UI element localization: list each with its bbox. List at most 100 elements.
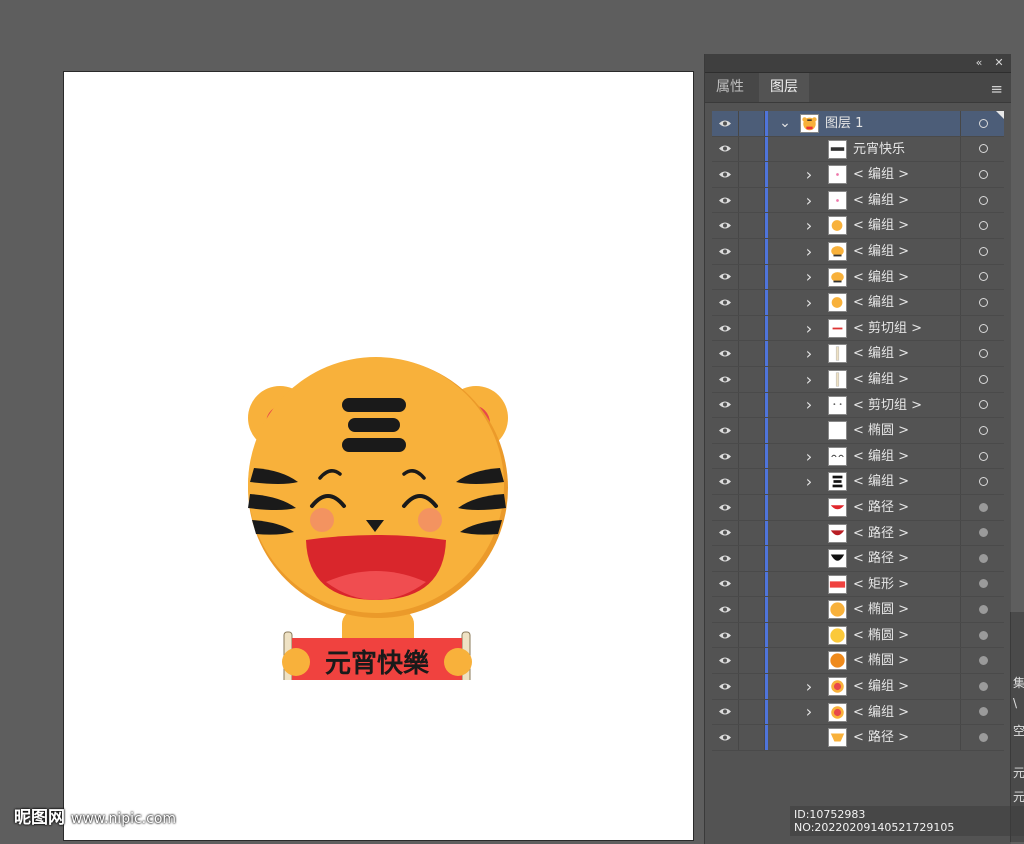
- chevron-right-icon[interactable]: ›: [802, 674, 816, 699]
- layer-row[interactable]: < 矩形 >: [712, 571, 1004, 598]
- tab-properties[interactable]: 属性: [705, 73, 755, 102]
- lock-toggle[interactable]: [738, 520, 765, 546]
- lock-toggle[interactable]: [738, 622, 765, 648]
- target-circle-icon[interactable]: [960, 315, 1005, 341]
- chevron-right-icon[interactable]: ›: [802, 469, 816, 494]
- layer-row[interactable]: < 路径 >: [712, 494, 1005, 521]
- visibility-eye-icon[interactable]: [712, 341, 739, 366]
- chevron-down-icon[interactable]: ⌄: [778, 111, 792, 136]
- visibility-eye-icon[interactable]: [712, 136, 739, 162]
- chevron-right-icon[interactable]: ›: [802, 213, 816, 238]
- visibility-eye-icon[interactable]: [712, 264, 739, 290]
- layer-row[interactable]: < 椭圆 >: [712, 597, 1004, 623]
- layer-name[interactable]: 图层 1: [825, 111, 863, 136]
- layer-row[interactable]: › < 编组 >: [712, 290, 1004, 316]
- layer-name[interactable]: < 剪切组 >: [853, 316, 922, 341]
- lock-toggle[interactable]: [738, 674, 765, 699]
- chevron-right-icon[interactable]: ›: [802, 265, 816, 290]
- visibility-eye-icon[interactable]: [712, 418, 739, 443]
- layer-name[interactable]: < 编组 >: [853, 341, 909, 366]
- layer-row[interactable]: › < 编组 >: [712, 162, 1004, 188]
- lock-toggle[interactable]: [738, 290, 765, 315]
- target-circle-icon[interactable]: [960, 546, 1005, 571]
- layer-name[interactable]: < 编组 >: [853, 290, 909, 315]
- lock-toggle[interactable]: [738, 469, 765, 494]
- layer-row[interactable]: › < 剪切组 >: [712, 315, 1005, 342]
- layer-name[interactable]: < 路径 >: [853, 521, 909, 546]
- close-icon[interactable]: ✕: [991, 55, 1007, 71]
- visibility-eye-icon[interactable]: [712, 520, 739, 546]
- target-circle-icon[interactable]: [960, 725, 1005, 750]
- layer-name[interactable]: < 路径 >: [853, 495, 909, 520]
- visibility-eye-icon[interactable]: [712, 494, 739, 520]
- target-circle-icon[interactable]: [960, 699, 1005, 725]
- target-circle-icon[interactable]: [960, 290, 1005, 315]
- layer-row[interactable]: › < 编组 >: [712, 366, 1005, 393]
- artboard[interactable]: 元宵快樂: [63, 71, 694, 841]
- lock-toggle[interactable]: [738, 725, 765, 750]
- visibility-eye-icon[interactable]: [712, 597, 739, 622]
- chevron-right-icon[interactable]: ›: [802, 162, 816, 187]
- target-circle-icon[interactable]: [960, 162, 1005, 187]
- tiger-illustration[interactable]: 元宵快樂: [242, 310, 514, 680]
- chevron-right-icon[interactable]: ›: [802, 444, 816, 469]
- chevron-right-icon[interactable]: ›: [802, 700, 816, 725]
- target-circle-icon[interactable]: [960, 341, 1005, 366]
- target-circle-icon[interactable]: [960, 622, 1005, 648]
- lock-toggle[interactable]: [738, 341, 765, 366]
- target-circle-icon[interactable]: [960, 213, 1005, 238]
- lock-toggle[interactable]: [738, 443, 765, 469]
- layer-row[interactable]: › < 编组 >: [712, 699, 1005, 726]
- layer-row[interactable]: < 椭圆 >: [712, 648, 1005, 675]
- layer-name[interactable]: < 编组 >: [853, 265, 909, 290]
- double-chevron-left-icon[interactable]: «: [971, 55, 987, 71]
- visibility-eye-icon[interactable]: [712, 213, 739, 238]
- layer-row[interactable]: < 路径 >: [712, 520, 1005, 547]
- layer-name[interactable]: < 矩形 >: [853, 572, 909, 597]
- layer-name[interactable]: < 路径 >: [853, 725, 909, 750]
- layer-row[interactable]: › < 编组 >: [712, 469, 1004, 495]
- visibility-eye-icon[interactable]: [712, 162, 739, 187]
- layer-name[interactable]: < 椭圆 >: [853, 597, 909, 622]
- lock-toggle[interactable]: [738, 238, 765, 264]
- layer-row[interactable]: › < 编组 >: [712, 341, 1004, 367]
- layer-name[interactable]: < 编组 >: [853, 700, 909, 725]
- visibility-eye-icon[interactable]: [712, 238, 739, 264]
- target-circle-icon[interactable]: [960, 264, 1005, 290]
- chevron-right-icon[interactable]: ›: [802, 367, 816, 392]
- target-circle-icon[interactable]: [960, 648, 1005, 674]
- lock-toggle[interactable]: [738, 111, 765, 136]
- target-circle-icon[interactable]: [960, 136, 1005, 162]
- chevron-right-icon[interactable]: ›: [802, 239, 816, 264]
- lock-toggle[interactable]: [738, 315, 765, 341]
- layer-row[interactable]: › < 编组 >: [712, 187, 1004, 214]
- visibility-eye-icon[interactable]: [712, 315, 739, 341]
- layer-name[interactable]: 元宵快乐: [853, 137, 905, 162]
- lock-toggle[interactable]: [738, 597, 765, 622]
- visibility-eye-icon[interactable]: [712, 674, 739, 699]
- chevron-right-icon[interactable]: ›: [802, 393, 816, 418]
- chevron-right-icon[interactable]: ›: [802, 341, 816, 366]
- lock-toggle[interactable]: [738, 162, 765, 187]
- visibility-eye-icon[interactable]: [712, 648, 739, 674]
- target-circle-icon[interactable]: [960, 494, 1005, 520]
- layer-name[interactable]: < 椭圆 >: [853, 418, 909, 443]
- layer-row[interactable]: < 路径 >: [712, 546, 1004, 572]
- target-circle-icon[interactable]: [960, 674, 1005, 699]
- layer-row[interactable]: › < 编组 >: [712, 443, 1004, 470]
- hamburger-menu-icon[interactable]: ≡: [990, 80, 1003, 98]
- lock-toggle[interactable]: [738, 418, 765, 443]
- target-circle-icon[interactable]: [960, 366, 1005, 392]
- visibility-eye-icon[interactable]: [712, 290, 739, 315]
- layer-row[interactable]: › < 编组 >: [712, 674, 1004, 700]
- layer-name[interactable]: < 剪切组 >: [853, 393, 922, 418]
- target-circle-icon[interactable]: [960, 520, 1005, 546]
- layer-row[interactable]: › < 编组 >: [712, 264, 1005, 291]
- layer-name[interactable]: < 编组 >: [853, 239, 909, 264]
- layer-row[interactable]: › < 编组 >: [712, 238, 1004, 265]
- visibility-eye-icon[interactable]: [712, 622, 739, 648]
- layer-row[interactable]: ⌄ 图层 1: [712, 111, 1004, 137]
- visibility-eye-icon[interactable]: [712, 443, 739, 469]
- layer-name[interactable]: < 编组 >: [853, 444, 909, 469]
- layer-name[interactable]: < 编组 >: [853, 469, 909, 494]
